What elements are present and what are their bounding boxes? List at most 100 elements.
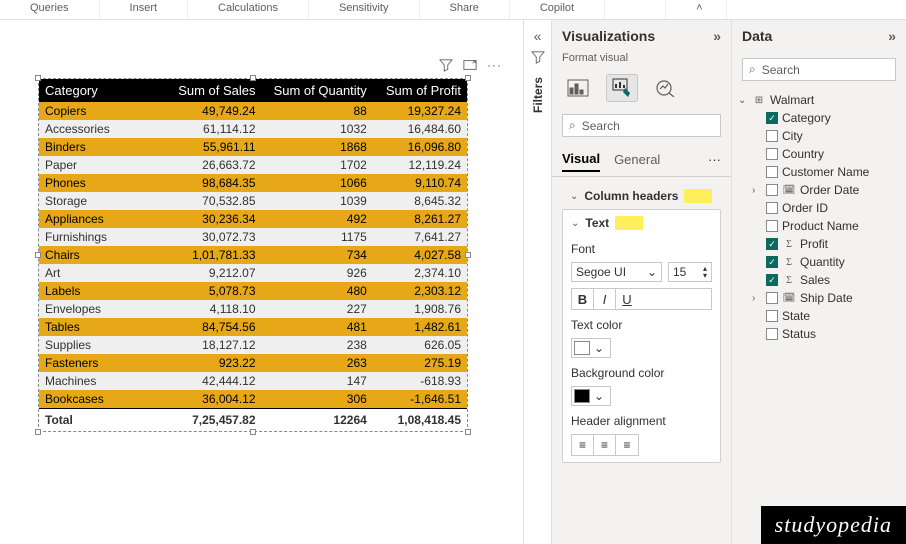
- field-row[interactable]: ›🗓Order Date: [738, 181, 900, 199]
- table-row: Binders55,961.11186816,096.80: [39, 138, 467, 156]
- field-label: State: [782, 309, 810, 323]
- field-label: Status: [782, 327, 816, 341]
- tab-general[interactable]: General: [614, 148, 660, 171]
- ribbon-tab[interactable]: Sensitivity: [309, 0, 420, 19]
- more-options-icon[interactable]: ···: [487, 58, 501, 72]
- align-right-button[interactable]: ≡: [616, 435, 638, 455]
- table-header-row: Category Sum of Sales Sum of Quantity Su…: [39, 79, 467, 102]
- ribbon-tabs: Queries Insert Calculations Sensitivity …: [0, 0, 906, 20]
- table-row: Storage70,532.8510398,645.32: [39, 192, 467, 210]
- text-color-picker[interactable]: ⌄: [571, 338, 611, 358]
- collapse-pane-icon[interactable]: »: [888, 28, 896, 44]
- format-visual-icon[interactable]: [606, 74, 638, 102]
- field-row[interactable]: Product Name: [738, 217, 900, 235]
- build-visual-icon[interactable]: [562, 74, 594, 102]
- field-checkbox[interactable]: ✓: [766, 238, 778, 250]
- sigma-icon: Σ: [782, 275, 796, 286]
- field-checkbox[interactable]: [766, 184, 778, 196]
- field-row[interactable]: ✓ΣProfit: [738, 235, 900, 253]
- chevron-down-icon: ⌄: [738, 95, 748, 106]
- filters-label: Filters: [531, 77, 545, 113]
- column-headers-card-header[interactable]: ⌄ Column headers: [562, 183, 721, 209]
- field-row[interactable]: City: [738, 127, 900, 145]
- data-search[interactable]: ⌕ Search: [742, 58, 896, 81]
- highlight-marker: [684, 189, 712, 203]
- field-row[interactable]: State: [738, 307, 900, 325]
- table-row: Appliances30,236.344928,261.27: [39, 210, 467, 228]
- field-checkbox[interactable]: [766, 310, 778, 322]
- ribbon-tab[interactable]: Calculations: [188, 0, 309, 19]
- field-checkbox[interactable]: [766, 166, 778, 178]
- text-card-header[interactable]: ⌄ Text: [563, 210, 720, 236]
- field-label: Customer Name: [782, 165, 869, 179]
- alignment-label: Header alignment: [571, 414, 712, 428]
- report-canvas[interactable]: ··· Category Sum of Sales Sum of Quantit…: [0, 20, 523, 544]
- table-row: Fasteners923.22263275.19: [39, 354, 467, 372]
- font-size-input[interactable]: 15▴▾: [668, 262, 712, 282]
- ribbon-tab[interactable]: Queries: [0, 0, 100, 19]
- chevron-down-icon: ⌄: [570, 191, 578, 202]
- table-row: Paper26,663.72170212,119.24: [39, 156, 467, 174]
- field-row[interactable]: Customer Name: [738, 163, 900, 181]
- table-row: Bookcases36,004.12306-1,646.51: [39, 390, 467, 409]
- collapse-pane-icon[interactable]: »: [713, 28, 721, 44]
- font-family-select[interactable]: Segoe UI⌄: [571, 262, 662, 282]
- chevron-icon: ›: [752, 293, 762, 304]
- chevron-down-icon: ⌄: [647, 265, 657, 279]
- underline-button[interactable]: U: [616, 289, 638, 309]
- expand-filters-icon[interactable]: «: [534, 28, 542, 44]
- field-row[interactable]: ✓ Σ Sales: [738, 271, 900, 289]
- font-label: Font: [571, 242, 712, 256]
- field-checkbox[interactable]: [766, 130, 778, 142]
- bg-color-picker[interactable]: ⌄: [571, 386, 611, 406]
- table-icon: ⊞: [752, 95, 766, 106]
- field-checkbox[interactable]: [766, 220, 778, 232]
- visualizations-pane: Visualizations » Format visual ⌕ Search …: [551, 20, 731, 544]
- field-row[interactable]: Country: [738, 145, 900, 163]
- field-checkbox[interactable]: [766, 202, 778, 214]
- watermark: studyopedia: [761, 506, 906, 544]
- field-row[interactable]: ✓ΣQuantity: [738, 253, 900, 271]
- filters-pane-collapsed[interactable]: « Filters: [523, 20, 551, 544]
- filter-icon: [531, 50, 545, 67]
- table-row: Art9,212.079262,374.10: [39, 264, 467, 282]
- field-row[interactable]: ›🗓Ship Date: [738, 289, 900, 307]
- table-row: Phones98,684.3510669,110.74: [39, 174, 467, 192]
- field-checkbox[interactable]: ✓: [766, 274, 778, 286]
- field-row[interactable]: ✓Category: [738, 109, 900, 127]
- field-label: Order Date: [800, 183, 859, 197]
- field-label: Product Name: [782, 219, 859, 233]
- ribbon-collapse-icon[interactable]: ˄: [666, 0, 727, 19]
- table-node[interactable]: ⌄ ⊞ Walmart: [738, 91, 900, 109]
- italic-button[interactable]: I: [594, 289, 616, 309]
- table-row: Envelopes4,118.102271,908.76: [39, 300, 467, 318]
- field-label: Sales: [800, 273, 830, 287]
- bg-color-label: Background color: [571, 366, 712, 380]
- filter-icon[interactable]: [439, 58, 453, 72]
- field-checkbox[interactable]: ✓: [766, 256, 778, 268]
- ribbon-tab[interactable]: Insert: [100, 0, 189, 19]
- ribbon-tab[interactable]: Share: [420, 0, 510, 19]
- align-left-button[interactable]: ≡: [572, 435, 594, 455]
- more-options-icon[interactable]: ···: [708, 152, 721, 167]
- calendar-icon: 🗓: [782, 185, 796, 196]
- field-checkbox[interactable]: [766, 148, 778, 160]
- pane-title: Visualizations: [562, 28, 655, 44]
- table-row: Labels5,078.734802,303.12: [39, 282, 467, 300]
- field-row[interactable]: Order ID: [738, 199, 900, 217]
- bold-button[interactable]: B: [572, 289, 594, 309]
- table-visual[interactable]: Category Sum of Sales Sum of Quantity Su…: [38, 78, 468, 432]
- focus-mode-icon[interactable]: [463, 58, 477, 72]
- tab-visual[interactable]: Visual: [562, 147, 600, 172]
- field-checkbox[interactable]: ✓: [766, 112, 778, 124]
- table-total-row: Total 7,25,457.82 12264 1,08,418.45: [39, 409, 467, 432]
- text-color-label: Text color: [571, 318, 712, 332]
- field-checkbox[interactable]: [766, 328, 778, 340]
- table-row: Accessories61,114.12103216,484.60: [39, 120, 467, 138]
- analytics-icon[interactable]: [650, 74, 682, 102]
- format-search[interactable]: ⌕ Search: [562, 114, 721, 137]
- field-checkbox[interactable]: [766, 292, 778, 304]
- align-center-button[interactable]: ≡: [594, 435, 616, 455]
- ribbon-tab[interactable]: Copilot: [510, 0, 605, 19]
- field-row[interactable]: Status: [738, 325, 900, 343]
